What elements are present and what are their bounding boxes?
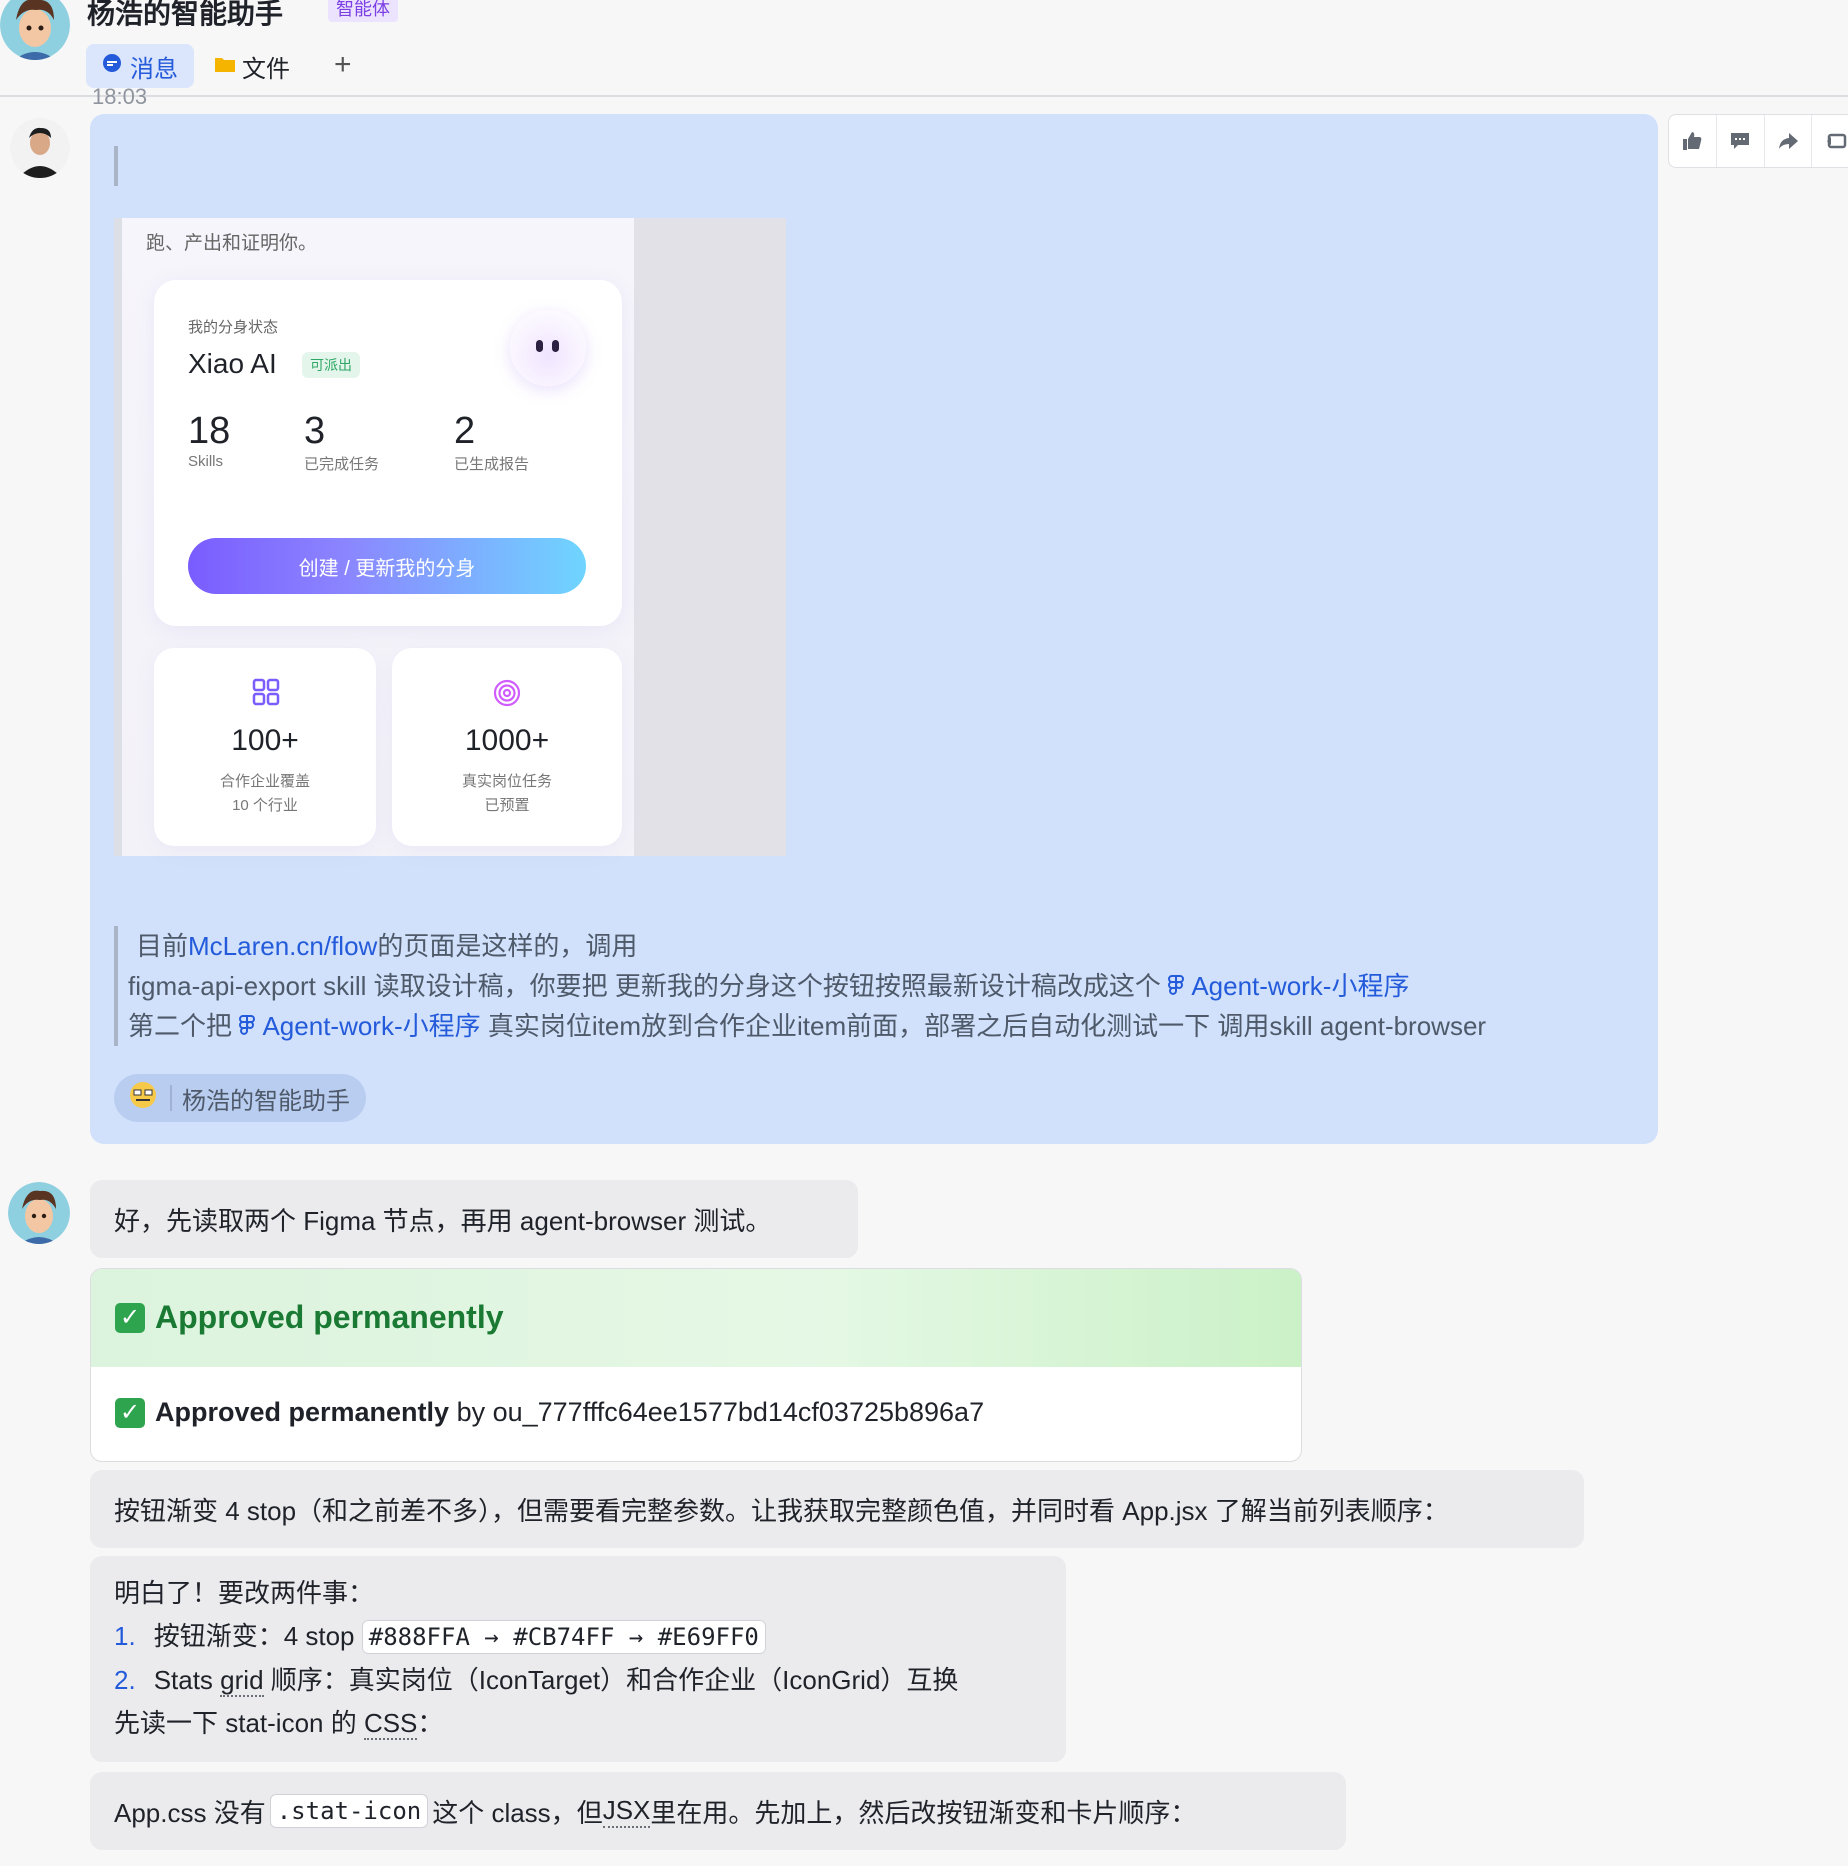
tab-messages[interactable]: 消息 <box>86 44 194 88</box>
list-text: Stats <box>153 1665 221 1695</box>
agent-name: Xiao AI <box>188 348 277 379</box>
figma-link-label: Agent-work-小程序 <box>262 1011 481 1041</box>
tab-messages-label: 消息 <box>130 55 178 83</box>
instruction-line-1: 目前McLaren.cn/flow的页面是这样的，调用 <box>136 926 1676 966</box>
glossary-term[interactable]: grid <box>220 1665 264 1697</box>
chip-divider <box>170 1085 172 1111</box>
message-bubble-assistant[interactable]: 明白了！要改两件事： 1. 按钮渐变：4 stop #888FFA → #CB74… <box>90 1556 1066 1762</box>
card-value: 1000+ <box>464 724 550 757</box>
message-bubble-assistant[interactable]: App.css 没有 .stat-icon 这个 class，但 JSX 里在用… <box>90 1772 1346 1850</box>
forward-icon[interactable] <box>1765 115 1813 167</box>
stat-label: 已生成报告 <box>454 456 530 473</box>
figma-doc-link[interactable]: Agent-work-小程序 <box>1168 971 1409 1001</box>
glossary-term[interactable]: JSX <box>602 1795 651 1828</box>
screenshot-subtitle: 跑、产出和证明你。 <box>146 233 318 254</box>
mclaren-link[interactable]: McLaren.cn/flow <box>188 931 377 961</box>
outro-text: ： <box>417 1708 444 1738</box>
instruction-text-part: 第二个把 <box>128 1011 240 1041</box>
inline-code: #888FFA → #CB74FF → #E69FF0 <box>361 1620 766 1654</box>
stat-card-tasks: 1000+ 真实岗位任务 已预置 <box>392 648 622 846</box>
card-line1: 真实岗位任务 <box>461 773 552 790</box>
approval-title-text: Approved permanently <box>155 1299 504 1335</box>
list-text: 按钮渐变：4 stop <box>153 1621 362 1651</box>
agent-badge: 智能体 <box>328 0 398 22</box>
chat-title: 杨浩的智能助手 <box>87 0 284 29</box>
add-tab-button[interactable]: + <box>334 48 352 82</box>
approval-body-bold: Approved permanently <box>155 1397 450 1427</box>
chat-bubble-icon <box>102 52 122 80</box>
more-actions-icon[interactable] <box>1812 115 1848 167</box>
check-icon: ✓ <box>115 1302 145 1333</box>
approval-card[interactable]: ✓ Approved permanently ✓ Approved perman… <box>90 1268 1302 1462</box>
figma-icon <box>1168 971 1191 1001</box>
message-text: App.css 没有 <box>114 1797 266 1828</box>
folder-icon <box>214 52 236 80</box>
list-number: 1. <box>114 1621 136 1651</box>
message-text: 里在用。先加上，然后改按钮渐变和卡片顺序： <box>650 1797 1197 1828</box>
approval-title: ✓ Approved permanently <box>115 1299 504 1336</box>
instruction-text: 目前McLaren.cn/flow的页面是这样的，调用 figma-api-ex… <box>114 926 1676 1046</box>
stat-label: 已完成任务 <box>304 456 380 473</box>
instruction-text-part: 目前 <box>136 931 189 961</box>
message-action-bar <box>1668 114 1848 168</box>
mention-chip[interactable]: 杨浩的智能助手 <box>114 1074 366 1122</box>
user-avatar[interactable] <box>10 118 70 178</box>
figma-link-label: Agent-work-小程序 <box>1191 971 1410 1001</box>
approval-body: ✓ Approved permanently by ou_777fffc64ee… <box>115 1397 984 1428</box>
grid-icon <box>252 678 280 711</box>
card-line2: 已预置 <box>484 797 530 814</box>
comment-icon[interactable] <box>1717 115 1765 167</box>
card-value: 100+ <box>231 724 299 757</box>
message-text: 按钮渐变 4 stop（和之前差不多），但需要看完整参数。让我获取完整颜色值，并… <box>114 1495 1449 1526</box>
assistant-emoji-icon <box>126 1080 160 1117</box>
glossary-term[interactable]: CSS <box>363 1708 418 1740</box>
instruction-line-3: 第二个把 Agent-work-小程序 真实岗位item放到合作企业item前面… <box>128 1006 1676 1046</box>
message-bubble-assistant[interactable]: 好，先读取两个 Figma 节点，再用 agent-browser 测试。 <box>90 1180 858 1258</box>
target-icon <box>492 678 522 713</box>
status-pill: 可派出 <box>302 352 360 378</box>
stat-tasks: 3 已完成任务 <box>304 410 379 474</box>
figma-doc-link-2[interactable]: Agent-work-小程序 <box>239 1011 481 1041</box>
stat-value: 2 <box>454 410 476 452</box>
create-update-avatar-button[interactable]: 创建 / 更新我的分身 <box>188 538 586 594</box>
card-line2: 10 个行业 <box>232 797 298 814</box>
thumbs-up-icon[interactable] <box>1669 115 1717 167</box>
message-outro: 先读一下 stat-icon 的 CSS： <box>114 1702 1042 1745</box>
message-timestamp: 18:03 <box>92 84 148 109</box>
stat-skills: 18 Skills <box>188 410 230 470</box>
stat-value: 18 <box>188 410 231 452</box>
check-icon: ✓ <box>115 1397 145 1428</box>
list-text: 顺序：真实岗位（IconTarget）和合作企业（IconGrid）互换 <box>263 1665 959 1695</box>
instruction-text-part: 真实岗位item放到合作企业item前面，部署之后自动化测试一下 调用skill… <box>480 1011 1487 1041</box>
message-text: 这个 class，但 <box>432 1797 603 1828</box>
embedded-screenshot[interactable]: 跑、产出和证明你。 我的分身状态 Xiao AI 可派出 18 Skills 3… <box>114 218 786 856</box>
mention-label: 杨浩的智能助手 <box>182 1087 350 1115</box>
card-line1: 合作企业覆盖 <box>219 773 310 790</box>
approval-body-rest: by ou_777fffc64ee1577bd14cf03725b896a7 <box>456 1397 985 1427</box>
figma-icon <box>239 1011 262 1041</box>
stat-value: 3 <box>304 410 326 452</box>
instruction-text-part: figma-api-export skill 读取设计稿，你要把 更新我的分身这… <box>128 971 1169 1001</box>
inline-code: .stat-icon <box>269 1794 429 1828</box>
stat-reports: 2 已生成报告 <box>454 410 529 474</box>
instruction-text-part: 的页面是这样的，调用 <box>377 931 638 961</box>
message-intro: 明白了！要改两件事： <box>114 1578 375 1608</box>
screenshot-page: 跑、产出和证明你。 我的分身状态 Xiao AI 可派出 18 Skills 3… <box>114 218 634 856</box>
tab-files[interactable]: 文件 <box>214 44 290 88</box>
list-number: 2. <box>114 1665 136 1695</box>
quote-bar <box>114 146 118 186</box>
stat-label: Skills <box>188 453 224 470</box>
status-label: 我的分身状态 <box>188 319 279 336</box>
instruction-line-2: figma-api-export skill 读取设计稿，你要把 更新我的分身这… <box>128 966 1676 1006</box>
message-text: 好，先读取两个 Figma 节点，再用 agent-browser 测试。 <box>114 1205 772 1236</box>
message-bubble-assistant[interactable]: 按钮渐变 4 stop（和之前差不多），但需要看完整参数。让我获取完整颜色值，并… <box>90 1470 1584 1548</box>
list-item: 2. Stats grid 顺序：真实岗位（IconTarget）和合作企业（Ic… <box>114 1659 1042 1702</box>
stat-card-companies: 100+ 合作企业覆盖 10 个行业 <box>154 648 376 846</box>
assistant-avatar[interactable] <box>8 1182 70 1244</box>
tab-files-label: 文件 <box>242 55 290 83</box>
ghost-mascot-icon <box>510 310 586 386</box>
outro-text: 先读一下 stat-icon 的 <box>114 1708 364 1738</box>
list-item: 1. 按钮渐变：4 stop #888FFA → #CB74FF → #E69FF… <box>114 1615 1042 1659</box>
avatar-status-card: 我的分身状态 Xiao AI 可派出 18 Skills 3 已完成任务 2 已… <box>154 280 622 626</box>
